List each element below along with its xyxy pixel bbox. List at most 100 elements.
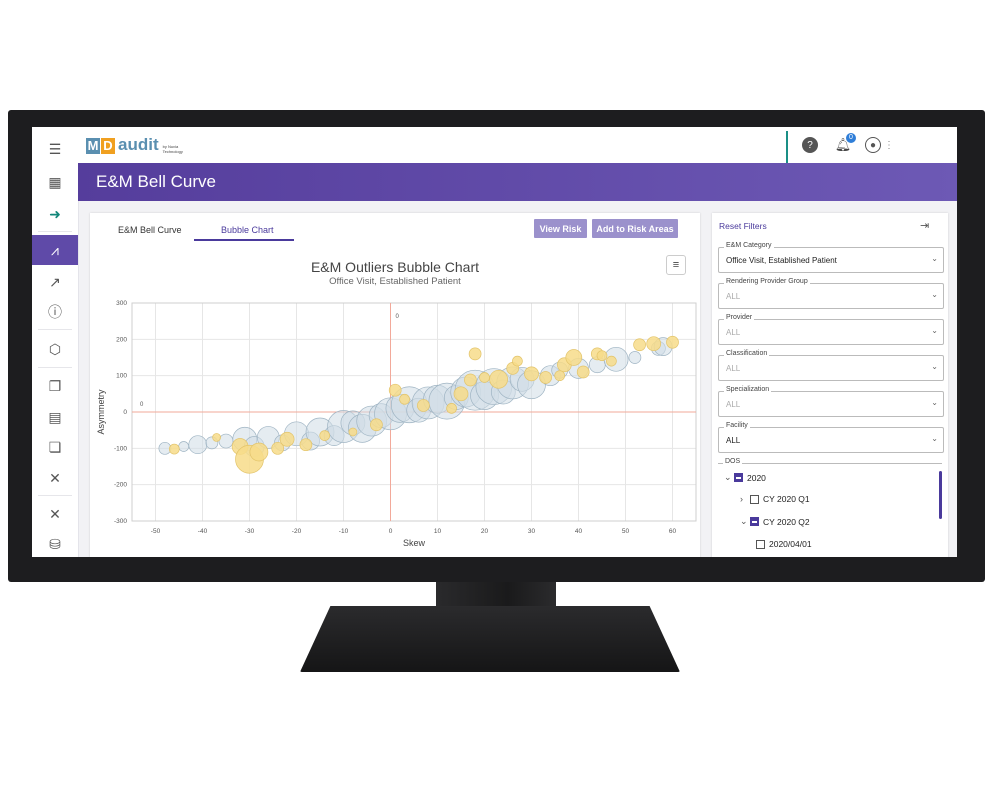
x-tick-label: 20 — [481, 528, 489, 535]
tree-node-2020-04-01[interactable]: 2020/04/01 — [756, 539, 812, 549]
x-tick-label: -30 — [245, 528, 255, 535]
copy-icon[interactable]: ❐ — [32, 371, 78, 401]
sidebar-divider — [38, 367, 72, 368]
filter-value: ALL — [726, 292, 741, 301]
y-tick-label: 200 — [116, 336, 127, 343]
filter-label: Facility — [724, 422, 750, 429]
dos-scrollbar[interactable] — [939, 471, 942, 519]
x-tick-label: 10 — [434, 528, 442, 535]
bubble-yellow — [633, 338, 646, 352]
x-tick-label: 30 — [528, 528, 536, 535]
bubble-yellow — [249, 442, 269, 462]
filter-provider-select[interactable]: Provider ALL ⌄ — [718, 314, 944, 345]
filter-classification-select[interactable]: Classification ALL ⌄ — [718, 350, 944, 381]
bubble-yellow — [512, 355, 523, 367]
y-tick-label: 100 — [116, 373, 127, 380]
bubble-yellow — [453, 386, 469, 402]
sidebar-divider — [38, 231, 72, 232]
x-tick-label: -40 — [198, 528, 208, 535]
hamburger-menu-icon[interactable]: ☰ — [32, 134, 78, 164]
notification-badge: 0 — [846, 133, 856, 143]
bubble-yellow — [554, 370, 566, 382]
search-database-icon[interactable]: ⛁ — [32, 529, 78, 557]
y-tick-label: -300 — [114, 518, 127, 525]
tree-checkbox[interactable] — [750, 517, 759, 526]
bubble-yellow — [299, 438, 313, 452]
chevron-down-icon[interactable]: ⌄ — [740, 516, 748, 527]
chevron-right-icon[interactable]: › — [740, 494, 746, 504]
alert-icon[interactable]: ⓘ — [32, 297, 78, 327]
x-tick-label: 0 — [389, 528, 393, 535]
logo-text: audit — [118, 135, 159, 154]
page-title: E&M Bell Curve — [96, 172, 216, 191]
logo-m: M — [86, 138, 100, 154]
bubble-yellow — [489, 369, 508, 389]
x-tick-label: 40 — [575, 528, 583, 535]
document-icon[interactable]: ▤ — [32, 402, 78, 432]
chart-card: E&M Bell Curve Bubble Chart View Risk Ad… — [90, 213, 700, 557]
bubble-yellow — [212, 433, 221, 442]
bubble-yellow — [464, 373, 477, 387]
bubble-yellow — [417, 399, 430, 412]
tools-icon[interactable]: ✕ — [32, 463, 78, 493]
monitor-stand — [300, 606, 680, 672]
bubble-yellow — [319, 430, 331, 441]
tree-node-label: 2020/04/01 — [769, 539, 812, 549]
chevron-down-icon[interactable]: ⌄ — [724, 472, 732, 483]
filter-value: ALL — [726, 328, 741, 337]
tree-node-cy-2020-q2[interactable]: ⌄ CY 2020 Q2 — [740, 516, 810, 527]
chevron-down-icon: ⌄ — [931, 254, 938, 263]
chevron-down-icon: ⌄ — [931, 434, 938, 443]
chevron-down-icon: ⌄ — [931, 362, 938, 371]
bubble-yellow — [596, 350, 608, 362]
tree-checkbox[interactable] — [756, 539, 765, 549]
filter-specialization-select[interactable]: Specialization ALL ⌄ — [718, 386, 944, 417]
documents-icon[interactable]: ❏ — [32, 432, 78, 462]
app-screen: ☰ ▦ ➜ ⩘ ↗ ⓘ ⬡ ❐ ▤ ❏ ✕ ✕ ⛁ M D audit by N… — [32, 127, 957, 557]
x-tick-label: -20 — [292, 528, 302, 535]
reference-label-y: 0 — [140, 402, 144, 408]
export-icon[interactable]: ➜ — [32, 199, 78, 229]
collapse-panel-icon[interactable]: ⇥ — [920, 219, 929, 232]
bubble-yellow — [565, 349, 583, 366]
y-tick-label: -100 — [114, 445, 127, 452]
bubble-blue — [178, 441, 190, 452]
reset-filters-link[interactable]: Reset Filters — [719, 221, 767, 231]
filter-e-m-category-select[interactable]: E&M Category Office Visit, Established Pa… — [718, 242, 944, 273]
bubble-blue — [188, 435, 208, 455]
sidebar: ☰ ▦ ➜ ⩘ ↗ ⓘ ⬡ ❐ ▤ ❏ ✕ ✕ ⛁ — [32, 127, 79, 557]
tree-checkbox[interactable] — [734, 473, 743, 482]
chevron-down-icon: ⌄ — [931, 290, 938, 299]
y-axis-label: Asymmetry — [96, 389, 106, 435]
trend-icon[interactable]: ↗ — [32, 267, 78, 297]
filter-panel: Reset Filters ⇥ E&M Category Office Visit… — [712, 213, 948, 557]
filter-label: Rendering Provider Group — [724, 278, 810, 285]
bubble-yellow — [479, 372, 490, 383]
dashboard-icon[interactable]: ▦ — [32, 167, 78, 197]
settings-tools-icon[interactable]: ✕ — [32, 499, 78, 529]
tree-node-2020[interactable]: ⌄ 2020 — [724, 472, 766, 483]
logo-byline: by Nuvia Technology — [162, 144, 183, 154]
tree-checkbox[interactable] — [750, 494, 759, 504]
bubble-yellow — [446, 403, 457, 414]
tree-node-cy-2020-q1[interactable]: › CY 2020 Q1 — [740, 494, 810, 504]
x-tick-label: 60 — [669, 528, 677, 535]
bubble-yellow — [468, 347, 482, 361]
y-tick-label: 300 — [116, 300, 127, 307]
more-options-icon[interactable]: ⋮ — [881, 137, 897, 153]
x-tick-label: -10 — [339, 528, 349, 535]
cube-icon[interactable]: ⬡ — [32, 334, 78, 364]
filter-facility-select[interactable]: Facility ALL ⌄ — [718, 422, 944, 453]
bubble-yellow — [646, 336, 662, 352]
app-logo: M D audit by Nuvia Technology — [86, 134, 185, 154]
bubble-yellow — [388, 383, 402, 397]
top-bar: M D audit by Nuvia Technology ? 🔔︎ 0 ● ⋮ — [78, 127, 957, 163]
help-icon[interactable]: ? — [802, 137, 818, 153]
bubble-yellow — [348, 427, 358, 437]
bell-curve-icon[interactable]: ⩘ — [32, 235, 78, 265]
filter-value: ALL — [726, 400, 741, 409]
filter-label: E&M Category — [724, 242, 774, 249]
filter-value: ALL — [726, 364, 741, 373]
user-avatar-icon[interactable]: ● — [865, 137, 881, 153]
filter-rendering-provider-group-select[interactable]: Rendering Provider Group ALL ⌄ — [718, 278, 944, 309]
